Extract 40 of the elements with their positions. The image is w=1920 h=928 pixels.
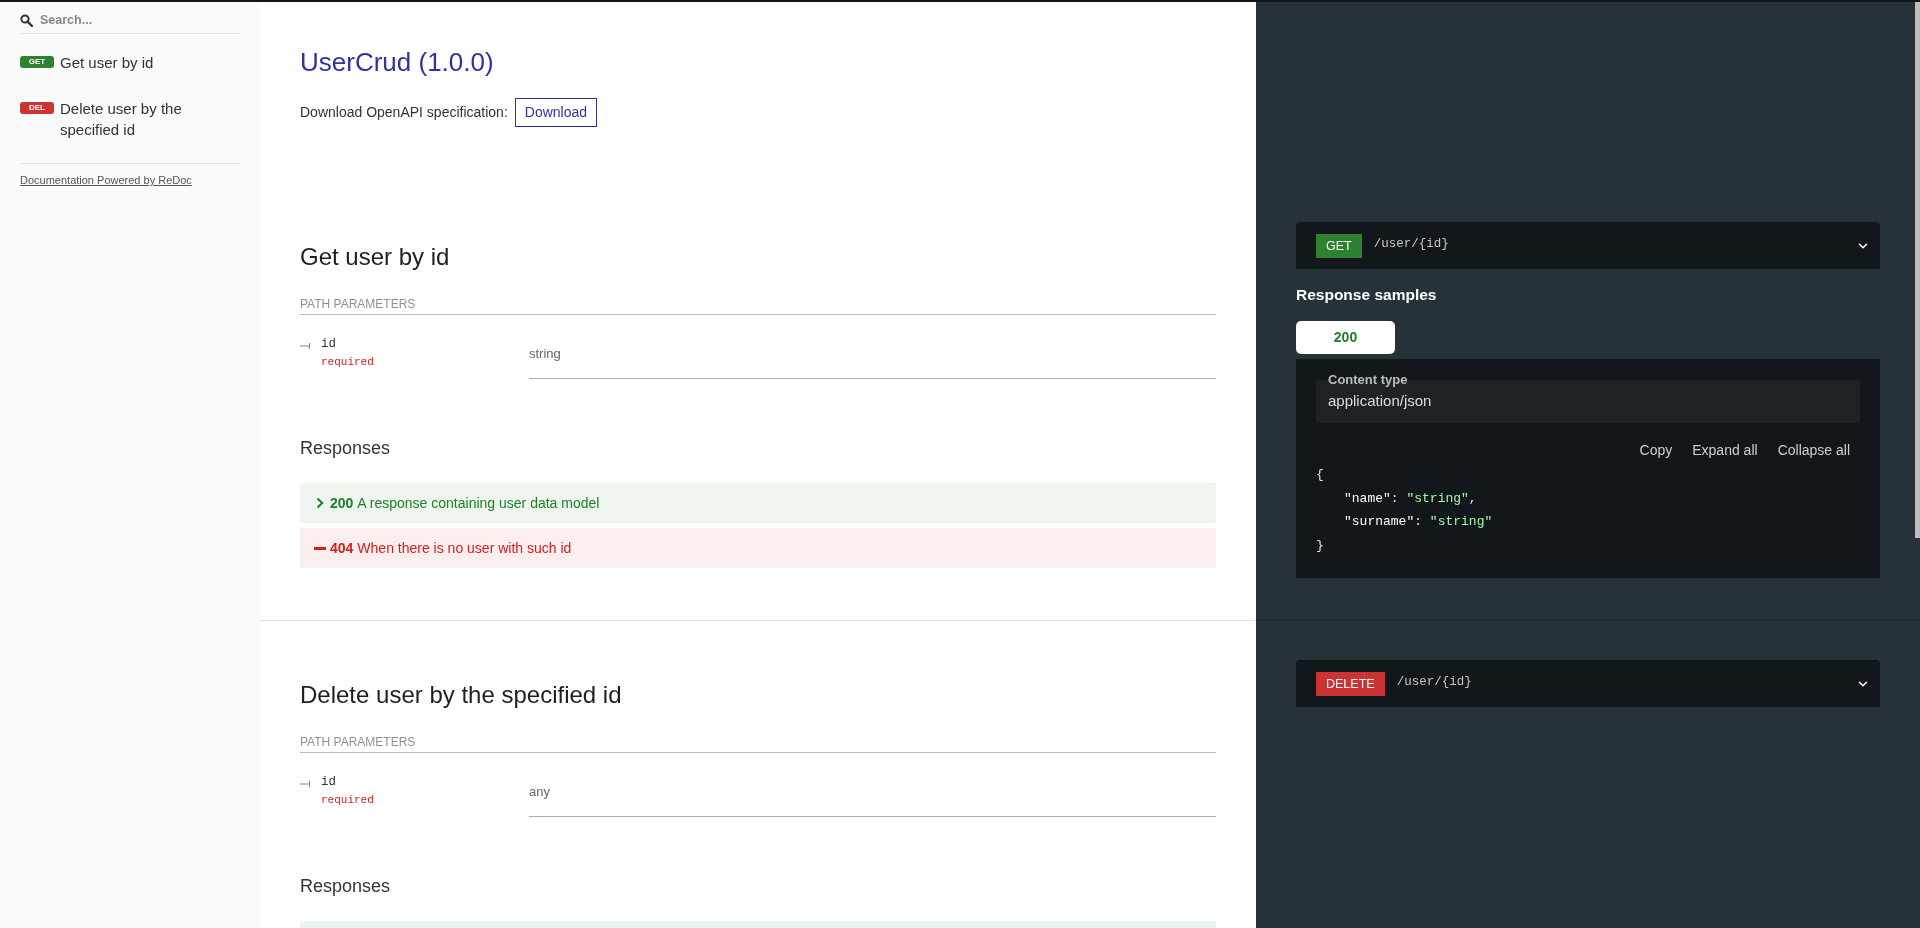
- param-type: any: [529, 771, 1216, 817]
- param-name: id: [321, 774, 337, 790]
- method-badge: GET: [1316, 233, 1362, 258]
- params-heading: PATH PARAMETERS: [300, 735, 1216, 753]
- param-required-label: required: [321, 355, 374, 369]
- response-tab[interactable]: 200: [1296, 321, 1395, 354]
- params-heading: PATH PARAMETERS: [300, 297, 1216, 315]
- download-button[interactable]: Download: [514, 98, 598, 127]
- tree-line-icon: [300, 780, 310, 788]
- responses-heading: Responses: [300, 437, 392, 459]
- responses-heading: Responses: [300, 875, 392, 897]
- operation-title: Delete user by the specified id: [300, 680, 623, 710]
- param-name: id: [321, 336, 337, 352]
- endpoint-bar[interactable]: GET /user/{id}: [1296, 222, 1880, 269]
- footer-link[interactable]: Documentation Powered by ReDoc: [20, 173, 192, 187]
- code-action-button[interactable]: Expand all: [1682, 440, 1768, 460]
- operation-title: Get user by id: [300, 242, 451, 272]
- search-icon: [20, 14, 33, 27]
- response-row[interactable]: 404 When there is no user with such id: [300, 528, 1216, 568]
- endpoint-bar[interactable]: DELETE /user/{id}: [1296, 660, 1880, 707]
- param-type: string: [529, 333, 1216, 379]
- menu-item[interactable]: GET Get user by id: [0, 39, 260, 85]
- method-badge: DELETE: [1316, 671, 1385, 696]
- code-line: {: [1316, 466, 1325, 484]
- code-line: }: [1316, 536, 1325, 555]
- tree-line-icon: [300, 342, 310, 350]
- response-row[interactable]: 200 A response containing user data model: [300, 483, 1216, 523]
- code-line: "name": "string",: [1343, 489, 1478, 508]
- code-action-button[interactable]: Collapse all: [1767, 440, 1860, 460]
- api-title: UserCrud (1.0.0): [300, 47, 495, 77]
- code-action-button[interactable]: Copy: [1629, 440, 1683, 460]
- method-badge: GET: [20, 55, 54, 68]
- download-label: Download OpenAPI specification:: [300, 103, 508, 122]
- menu-item[interactable]: DEL Delete user by the specified id: [0, 85, 260, 152]
- scrollbar-thumb[interactable]: [1915, 2, 1920, 538]
- samples-heading: Response samples: [1296, 285, 1438, 305]
- search-field[interactable]: Search...: [20, 7, 240, 34]
- code-line: "surname": "string": [1343, 513, 1494, 531]
- param-required-label: required: [321, 793, 374, 807]
- method-badge: DEL: [20, 101, 54, 114]
